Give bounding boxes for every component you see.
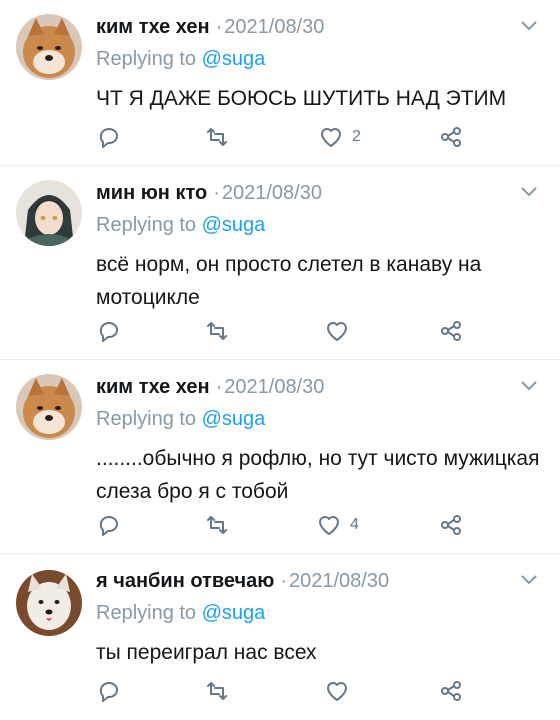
- reply-icon: [99, 682, 118, 702]
- reply-tweet[interactable]: ким тхе хен · 2021/08/30 Replying to @suga…: [0, 360, 560, 554]
- reply-button[interactable]: [96, 316, 122, 346]
- replies-feed: ким тхе хен · 2021/08/30 Replying to @suga…: [0, 0, 560, 720]
- reply-tweet[interactable]: мин юн кто · 2021/08/30 Replying to @suga …: [0, 166, 560, 360]
- retweet-icon: [207, 322, 227, 340]
- tweet-header: я чанбин отвечаю · 2021/08/30: [96, 568, 508, 594]
- author-name[interactable]: мин юн кто: [96, 182, 207, 204]
- anime-character-avatar-icon: [16, 180, 82, 246]
- replying-handle-link[interactable]: @suga: [202, 408, 266, 430]
- retweet-icon: [207, 516, 227, 534]
- author-name[interactable]: я чанбин отвечаю: [96, 570, 274, 592]
- retweet-icon: [207, 682, 227, 700]
- tweet-date[interactable]: 2021/08/30: [224, 16, 324, 38]
- tweet-date[interactable]: 2021/08/30: [224, 376, 324, 398]
- share-button[interactable]: [438, 122, 464, 152]
- separator: ·: [215, 16, 223, 38]
- tweet-text: всё норм, он просто слетел в канаву на м…: [96, 253, 482, 309]
- share-button[interactable]: [438, 510, 464, 540]
- retweet-button[interactable]: [204, 122, 230, 152]
- like-button[interactable]: 4: [316, 510, 359, 540]
- replying-handle-link[interactable]: @suga: [202, 602, 266, 624]
- replying-prefix: Replying to: [96, 214, 197, 236]
- replying-handle-link[interactable]: @suga: [202, 48, 266, 70]
- replying-prefix: Replying to: [96, 48, 197, 70]
- separator: ·: [215, 376, 223, 398]
- tweet-date[interactable]: 2021/08/30: [289, 570, 389, 592]
- heart-icon: [327, 682, 347, 701]
- replying-prefix: Replying to: [96, 408, 197, 430]
- share-button[interactable]: [438, 316, 464, 346]
- separator: ·: [280, 570, 287, 592]
- tweet-text: ........обычно я рофлю, но тут чисто муж…: [96, 447, 540, 503]
- shiba-dog-avatar-icon: [16, 374, 82, 440]
- reply-tweet[interactable]: я чанбин отвечаю · 2021/08/30 Replying to …: [0, 554, 560, 720]
- avatar[interactable]: [16, 14, 82, 80]
- heart-icon: [319, 516, 339, 535]
- separator: ·: [213, 182, 220, 204]
- tweet-actions: [96, 316, 490, 346]
- avatar[interactable]: [16, 180, 82, 246]
- tweet-date[interactable]: 2021/08/30: [222, 182, 322, 204]
- white-dog-avatar-icon: [16, 570, 82, 636]
- reply-tweet[interactable]: ким тхе хен · 2021/08/30 Replying to @suga…: [0, 0, 560, 166]
- avatar[interactable]: [16, 570, 82, 636]
- tweet-text: ЧТ Я ДАЖЕ БОЮСЬ ШУТИТЬ НАД ЭТИМ: [96, 87, 507, 110]
- reply-icon: [99, 322, 118, 342]
- like-button[interactable]: 2: [318, 122, 361, 152]
- like-count: 4: [350, 516, 359, 533]
- chevron-down-icon[interactable]: [520, 20, 538, 32]
- retweet-button[interactable]: [204, 316, 230, 346]
- tweet-text: ты переиграл нас всех: [96, 641, 317, 664]
- like-button[interactable]: [324, 676, 358, 706]
- reply-icon: [99, 516, 118, 536]
- chevron-down-icon[interactable]: [520, 380, 538, 392]
- reply-button[interactable]: [96, 676, 122, 706]
- retweet-button[interactable]: [204, 510, 230, 540]
- reply-button[interactable]: [96, 122, 122, 152]
- heart-icon: [321, 128, 341, 147]
- author-name[interactable]: ким тхе хен: [96, 376, 210, 398]
- replying-prefix: Replying to: [96, 602, 197, 624]
- share-icon: [441, 681, 461, 701]
- share-icon: [441, 127, 461, 147]
- replying-to: Replying to @suga: [96, 46, 265, 72]
- retweet-button[interactable]: [204, 676, 230, 706]
- replying-to: Replying to @suga: [96, 600, 265, 626]
- reply-icon: [99, 128, 118, 148]
- tweet-actions: 4: [96, 510, 490, 540]
- tweet-header: ким тхе хен · 2021/08/30: [96, 14, 508, 40]
- share-button[interactable]: [438, 676, 464, 706]
- like-button[interactable]: [324, 316, 358, 346]
- retweet-icon: [207, 128, 227, 146]
- tweet-header: мин юн кто · 2021/08/30: [96, 180, 508, 206]
- share-icon: [441, 321, 461, 341]
- share-icon: [441, 515, 461, 535]
- chevron-down-icon[interactable]: [520, 574, 538, 586]
- tweet-actions: 2: [96, 122, 490, 152]
- replying-to: Replying to @suga: [96, 406, 265, 432]
- like-count: 2: [352, 128, 361, 145]
- chevron-down-icon[interactable]: [520, 186, 538, 198]
- tweet-header: ким тхе хен · 2021/08/30: [96, 374, 508, 400]
- shiba-dog-avatar-icon: [16, 14, 82, 80]
- tweet-actions: [96, 676, 490, 706]
- replying-to: Replying to @suga: [96, 212, 265, 238]
- reply-button[interactable]: [96, 510, 122, 540]
- avatar[interactable]: [16, 374, 82, 440]
- author-name[interactable]: ким тхе хен: [96, 16, 210, 38]
- replying-handle-link[interactable]: @suga: [202, 214, 266, 236]
- heart-icon: [327, 322, 347, 341]
